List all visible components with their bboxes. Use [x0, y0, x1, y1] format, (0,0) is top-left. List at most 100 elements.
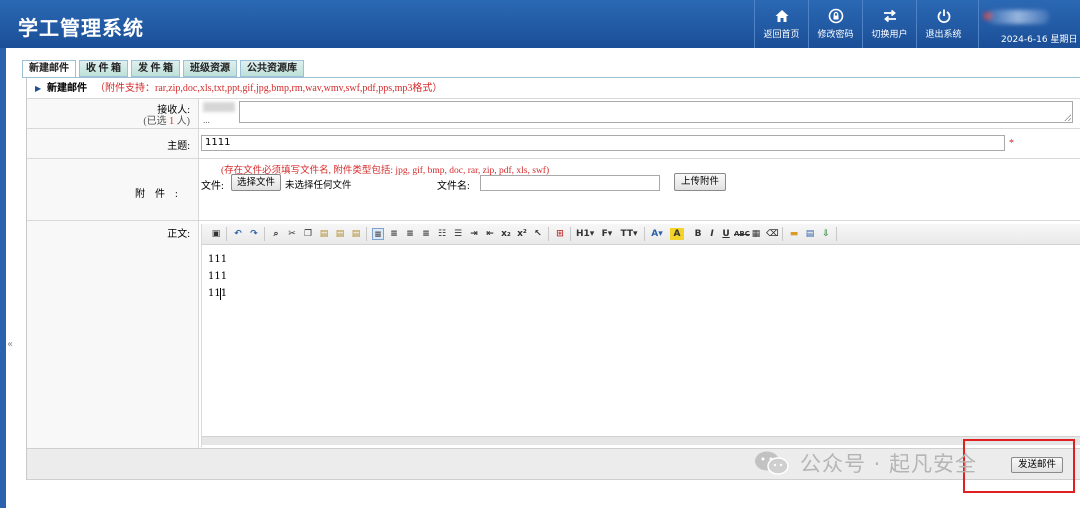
body-label: 正文: — [167, 229, 190, 240]
source-icon[interactable]: ▣ — [210, 228, 222, 240]
copy-icon[interactable]: ❐ — [302, 228, 314, 240]
tab-class-resources[interactable]: 班级资源 — [183, 60, 237, 77]
tab-inbox[interactable]: 收 件 箱 — [79, 60, 128, 77]
undo-icon[interactable]: ↶ — [232, 228, 244, 240]
switch-icon — [883, 9, 896, 23]
mail-tabs: 新建邮件 收 件 箱 发 件 箱 班级资源 公共资源库 — [22, 60, 307, 78]
recipient-label-cell: 接收人: (已选 1 人) — [27, 99, 199, 128]
user-area: 2024-6-16 星期日 — [978, 0, 1080, 48]
editor-scrollbar[interactable] — [202, 436, 1080, 445]
subject-input[interactable]: 1111 — [201, 135, 1005, 151]
editor-content[interactable]: 111 111 111 — [202, 246, 1080, 436]
font-color-icon[interactable]: A▾ — [650, 228, 664, 240]
body-line-1: 111 — [208, 254, 228, 265]
tab-outbox[interactable]: 发 件 箱 — [131, 60, 180, 77]
outdent-icon[interactable]: ⇤ — [484, 228, 496, 240]
body-row: 正文: ▣ ↶ ↷ ⌕ ✂ ❐ ▤ ▤ ▤ ≡ ≡ ≡ ≡ ☷ ☰ ⇥ ⇤ x₂… — [27, 220, 1080, 448]
no-file-text: 未选择任何文件 — [285, 180, 352, 191]
indent-icon[interactable]: ⇥ — [468, 228, 480, 240]
italic-icon[interactable]: I — [706, 228, 718, 240]
app-title: 学工管理系统 — [18, 16, 144, 40]
recipient-textarea[interactable] — [239, 101, 1073, 123]
font-size-icon[interactable]: TT▾ — [620, 228, 638, 240]
home-button[interactable]: 返回首页 — [754, 0, 808, 48]
toolbar-divider — [644, 227, 645, 241]
logout-button[interactable]: 退出系统 — [916, 0, 970, 48]
app-header: 学工管理系统 返回首页 修改密码 切换用户 退出系统 2024-6-16 星期日 — [0, 0, 1080, 48]
toolbar-divider — [548, 227, 549, 241]
paste-word-icon[interactable]: ▤ — [350, 228, 362, 240]
bold-icon[interactable]: B — [692, 228, 704, 240]
recipient-selected-prefix: (已选 — [143, 116, 167, 127]
align-right-icon[interactable]: ≡ — [404, 228, 416, 240]
ordered-list-icon[interactable]: ☷ — [436, 228, 448, 240]
required-mark: * — [1009, 138, 1014, 149]
redo-icon[interactable]: ↷ — [248, 228, 260, 240]
align-left-icon[interactable]: ≡ — [372, 228, 384, 240]
filename-input[interactable] — [480, 175, 660, 191]
editor-toolbar: ▣ ↶ ↷ ⌕ ✂ ❐ ▤ ▤ ▤ ≡ ≡ ≡ ≡ ☷ ☰ ⇥ ⇤ x₂ x² … — [202, 224, 1080, 245]
header-nav: 返回首页 修改密码 切换用户 退出系统 — [754, 0, 970, 48]
switch-user-button[interactable]: 切换用户 — [862, 0, 916, 48]
resize-handle-icon[interactable] — [1064, 114, 1071, 121]
choose-file-button[interactable]: 选择文件 — [231, 174, 281, 191]
lock-icon — [828, 8, 843, 24]
user-info-redacted — [987, 10, 1049, 24]
toolbar-divider — [836, 227, 837, 241]
change-password-label: 修改密码 — [817, 30, 854, 40]
left-sidebar-strip — [0, 48, 6, 508]
preview-icon[interactable]: ⌕ — [270, 228, 282, 240]
table-icon[interactable]: ▤ — [804, 228, 816, 240]
home-icon — [775, 10, 788, 22]
image-icon[interactable]: ▬ — [788, 228, 800, 240]
section-title: 新建邮件 — [47, 83, 87, 94]
subject-label: 主题: — [167, 141, 190, 152]
heading-icon[interactable]: H1▾ — [576, 228, 594, 240]
filename-label: 文件名: — [437, 181, 470, 192]
cut-icon[interactable]: ✂ — [286, 228, 298, 240]
toolbar-divider — [366, 227, 367, 241]
app-root: 学工管理系统 返回首页 修改密码 切换用户 退出系统 2024-6-16 星期日 — [0, 0, 1080, 508]
recipient-selected-suffix: 人) — [176, 116, 190, 127]
toolbar-divider — [226, 227, 227, 241]
tab-public-resources[interactable]: 公共资源库 — [240, 60, 304, 77]
change-password-button[interactable]: 修改密码 — [808, 0, 862, 48]
tab-new-mail[interactable]: 新建邮件 — [22, 60, 76, 78]
highlight-color-icon[interactable]: A — [670, 228, 684, 240]
paste-icon[interactable]: ▤ — [318, 228, 330, 240]
align-center-icon[interactable]: ≡ — [388, 228, 400, 240]
recipient-row: 接收人: (已选 1 人) ... — [27, 98, 1080, 128]
font-family-icon[interactable]: F▾ — [600, 228, 614, 240]
home-label: 返回首页 — [763, 30, 800, 40]
power-icon — [937, 9, 950, 23]
hr-icon[interactable]: ▦ — [750, 228, 762, 240]
compose-panel: ▶ 新建邮件 （附件支持：rar,zip,doc,xls,txt,ppt,gif… — [26, 78, 1080, 480]
wechat-icon — [755, 451, 789, 475]
watermark-text: 公众号 · 起凡安全 — [800, 452, 978, 476]
justify-icon[interactable]: ≡ — [420, 228, 432, 240]
logout-label: 退出系统 — [925, 30, 962, 40]
underline-icon[interactable]: U — [720, 228, 732, 240]
section-header: ▶ 新建邮件 （附件支持：rar,zip,doc,xls,txt,ppt,gif… — [27, 80, 1080, 97]
select-icon[interactable]: ↖ — [532, 228, 544, 240]
switch-user-label: 切换用户 — [871, 30, 908, 40]
recipient-ellipsis[interactable]: ... — [203, 115, 210, 125]
body-label-cell: 正文: — [27, 221, 199, 448]
header-date: 2024-6-16 星期日 — [1001, 35, 1078, 45]
paste-text-icon[interactable]: ▤ — [334, 228, 346, 240]
superscript-icon[interactable]: x² — [516, 228, 528, 240]
unordered-list-icon[interactable]: ☰ — [452, 228, 464, 240]
text-caret — [220, 288, 221, 300]
strikethrough-icon[interactable]: ABC — [734, 228, 750, 240]
subject-label-cell: 主题: — [27, 129, 199, 158]
upload-attachment-button[interactable]: 上传附件 — [674, 173, 726, 191]
insert-icon[interactable]: ⇩ — [820, 228, 832, 240]
rich-text-editor: ▣ ↶ ↷ ⌕ ✂ ❐ ▤ ▤ ▤ ≡ ≡ ≡ ≡ ☷ ☰ ⇥ ⇤ x₂ x² … — [201, 224, 1080, 447]
attachment-label-cell: 附件: — [27, 159, 199, 220]
subscript-icon[interactable]: x₂ — [500, 228, 512, 240]
fullscreen-icon[interactable]: ⊞ — [554, 228, 566, 240]
watermark: 公众号 · 起凡安全 — [752, 448, 977, 478]
eraser-icon[interactable]: ⌫ — [766, 228, 779, 240]
file-label: 文件: — [201, 181, 224, 192]
collapse-sidebar-icon[interactable]: « — [7, 338, 17, 352]
